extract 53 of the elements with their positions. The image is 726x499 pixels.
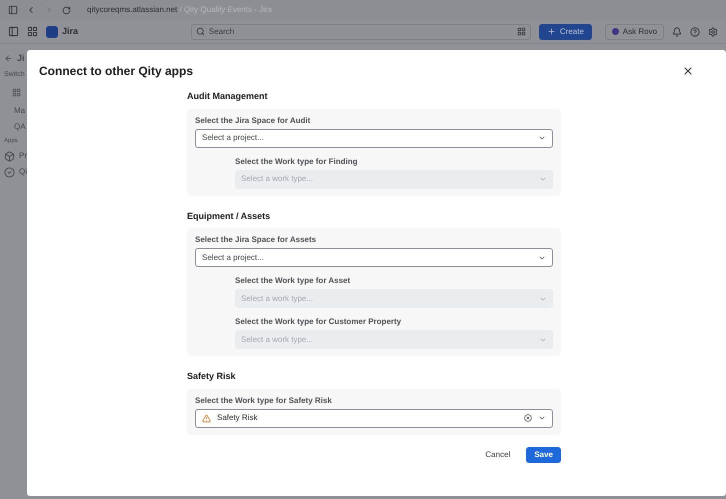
- sidebar-icon[interactable]: [8, 5, 18, 15]
- chevron-icon: [538, 414, 546, 422]
- field-label: Select the Work type for Asset: [235, 276, 352, 286]
- app-name[interactable]: Jira: [62, 24, 78, 38]
- create-button[interactable]: Create: [538, 24, 592, 40]
- section-heading: Safety Risk: [187, 370, 237, 383]
- field-label: Select the Work type for Safety Risk: [195, 396, 333, 406]
- select-field[interactable]: Safety Risk: [195, 408, 553, 428]
- plus-icon: [546, 27, 556, 36]
- sidebar-item[interactable]: Qi: [19, 166, 27, 178]
- sidebar-item[interactable]: Pr: [19, 150, 27, 162]
- select-field[interactable]: Select a project...: [195, 248, 553, 267]
- search-field[interactable]: Search: [190, 24, 531, 40]
- field-label: Select the Jira Space for Assets: [195, 235, 318, 245]
- panel-icon[interactable]: [8, 26, 19, 37]
- field-placeholder: Select a project...: [202, 252, 265, 264]
- settings-icon[interactable]: [708, 26, 718, 36]
- box-icon: [4, 150, 15, 162]
- field-label: Select the Work type for Finding: [235, 156, 359, 166]
- jira-logo-icon: [46, 26, 58, 38]
- search-icon: [196, 27, 205, 36]
- search-placeholder: Search: [208, 26, 236, 38]
- back-arrow-icon[interactable]: [4, 54, 13, 64]
- section-heading: Equipment / Assets: [187, 210, 272, 223]
- field-placeholder: Select a work type...: [241, 292, 314, 304]
- sidebar-item[interactable]: QA: [14, 121, 26, 133]
- clear-icon[interactable]: [524, 414, 532, 422]
- field-label: Select the Work type for Customer Property: [235, 317, 402, 327]
- sidebar-item[interactable]: Ma: [14, 105, 26, 117]
- close-icon[interactable]: [682, 65, 694, 77]
- switch-icon[interactable]: [12, 88, 21, 97]
- notification-icon[interactable]: [672, 26, 682, 36]
- check-icon: [4, 166, 15, 178]
- dialog-title: Connect to other Qity apps: [39, 63, 194, 80]
- ask-rovo-button[interactable]: Ask Rovo: [604, 24, 664, 40]
- field-placeholder: Select a work type...: [241, 173, 314, 185]
- sidebar-title: Ji: [17, 52, 25, 65]
- chevron-icon: [538, 134, 546, 142]
- cancel-button[interactable]: Cancel: [477, 446, 518, 462]
- filter-icon: [516, 27, 526, 36]
- field-placeholder: Select a work type...: [241, 334, 314, 346]
- save-button[interactable]: Save: [526, 446, 561, 462]
- field-label: Select the Jira Space for Audit: [195, 116, 312, 126]
- reload-icon[interactable]: [62, 6, 71, 14]
- field-placeholder: Select a project...: [202, 132, 265, 144]
- warning-icon: [202, 414, 211, 422]
- help-icon[interactable]: [690, 26, 700, 36]
- rovo-logo-icon: [612, 28, 619, 35]
- select-field[interactable]: Select a project...: [195, 128, 553, 148]
- section-heading: Audit Management: [187, 90, 269, 103]
- apps-grid-icon[interactable]: [27, 26, 38, 37]
- field-value: Safety Risk: [217, 412, 258, 424]
- chevron-icon: [539, 175, 547, 183]
